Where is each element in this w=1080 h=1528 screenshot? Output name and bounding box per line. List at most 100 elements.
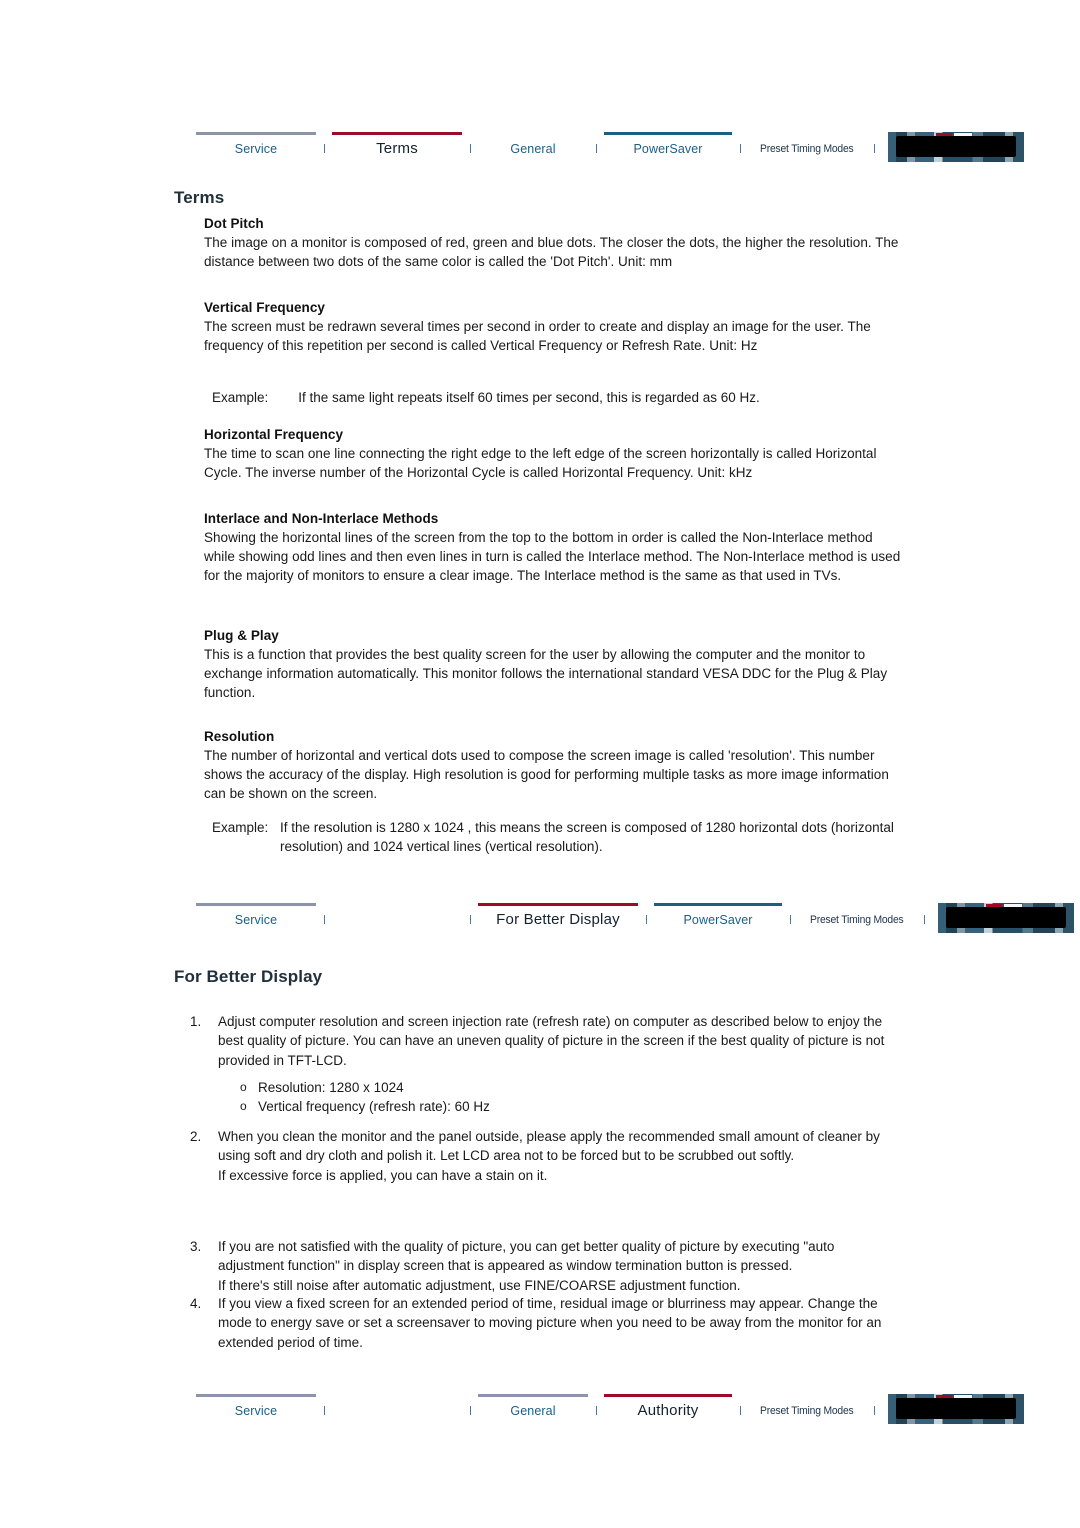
term-body: The screen must be redrawn several times… — [204, 319, 871, 354]
redaction-fill — [896, 136, 1016, 157]
term-title: Horizontal Frequency — [204, 427, 344, 442]
navbar-bottom[interactable]: Service General Authority Preset Timing Mod… — [196, 1394, 1024, 1428]
list-item-text: When you clean the monitor and the panel… — [218, 1129, 880, 1183]
nav-tab-label: Service — [234, 913, 278, 927]
nav-separator-icon — [462, 1394, 478, 1428]
list-item: o Resolution: 1280 x 1024 — [240, 1078, 490, 1097]
nav-tab-preset-timing-modes[interactable]: Preset Timing Modes — [748, 1394, 866, 1428]
list-item-text: If you view a fixed screen for an extend… — [218, 1296, 882, 1350]
term-body: The time to scan one line connecting the… — [204, 446, 877, 481]
nav-tab-rule — [332, 1394, 462, 1397]
list-item-text: Resolution: 1280 x 1024 — [258, 1080, 404, 1095]
nav-tab-rule — [604, 1394, 732, 1397]
navbar-top[interactable]: Service Terms General PowerSaver Preset Timi… — [196, 132, 1024, 166]
nav-tab-powersaver[interactable]: PowerSaver — [604, 132, 732, 166]
sub-list-display-settings: o Resolution: 1280 x 1024 o Vertical fre… — [240, 1078, 490, 1117]
term-entry-resolution: Resolution The number of horizontal and … — [204, 729, 904, 804]
nav-separator-icon — [866, 132, 882, 166]
redaction-block — [888, 1394, 1024, 1424]
nav-tab-authority[interactable]: Authority — [604, 1394, 732, 1428]
term-title: Interlace and Non-Interlace Methods — [204, 511, 439, 526]
nav-tab-rule — [798, 903, 916, 906]
page-title-terms: Terms — [174, 188, 225, 207]
nav-tab-rule — [196, 903, 316, 906]
term-entry-vertical-frequency: Vertical Frequency The screen must be re… — [204, 300, 904, 355]
nav-tab-rule — [478, 132, 588, 135]
nav-tab-rule — [748, 132, 866, 135]
nav-separator-icon — [732, 1394, 748, 1428]
nav-tab-terms[interactable]: Terms — [332, 132, 462, 166]
list-item-text: Vertical frequency (refresh rate): 60 Hz — [258, 1099, 490, 1115]
list-item-number: 2. — [190, 1129, 202, 1144]
term-entry-dot-pitch: Dot Pitch The image on a monitor is comp… — [204, 216, 904, 271]
nav-tab-general[interactable]: General — [478, 132, 588, 166]
page-title-for-better-display: For Better Display — [174, 967, 323, 986]
nav-separator-icon — [916, 903, 932, 937]
term-title: Resolution — [204, 729, 275, 744]
term-title: Plug & Play — [204, 628, 279, 643]
term-title: Vertical Frequency — [204, 300, 325, 315]
list-item: 4. If you view a fixed screen for an ext… — [190, 1294, 902, 1352]
term-body: The number of horizontal and vertical do… — [204, 748, 889, 802]
nav-separator-icon — [462, 903, 478, 937]
nav-separator-icon — [316, 132, 332, 166]
term-entry-plug-and-play: Plug & Play This is a function that prov… — [204, 628, 904, 703]
list-item-text: Adjust computer resolution and screen in… — [218, 1014, 885, 1068]
nav-tab-rule — [478, 1394, 588, 1397]
nav-separator-icon — [638, 903, 654, 937]
nav-tab-label: Service — [234, 1404, 278, 1418]
term-body: This is a function that provides the bes… — [204, 647, 888, 701]
nav-tab-preset-timing-modes[interactable]: Preset Timing Modes — [748, 132, 866, 166]
nav-tab-label: Preset Timing Modes — [810, 914, 904, 926]
nav-tab-label: General — [510, 1404, 556, 1418]
nav-tab-rule — [478, 903, 638, 906]
nav-tab-label: Service — [234, 142, 278, 156]
term-body: The image on a monitor is composed of re… — [204, 235, 899, 270]
circle-bullet-icon: o — [240, 1080, 247, 1094]
term-body: Showing the horizontal lines of the scre… — [204, 530, 901, 584]
nav-separator-icon — [866, 1394, 882, 1428]
nav-tab-rule — [196, 1394, 316, 1397]
nav-tab-label: PowerSaver — [633, 142, 703, 156]
nav-separator-icon — [588, 132, 604, 166]
nav-separator-icon — [782, 903, 798, 937]
nav-tab-for-better-display[interactable]: For Better Display — [478, 903, 638, 937]
navbar-middle[interactable]: Service For Better Display PowerSaver Prese… — [196, 903, 1074, 937]
example-resolution: Example: If the resolution is 1280 x 102… — [212, 818, 912, 856]
nav-tab-rule — [332, 132, 462, 135]
nav-tab-rule — [196, 132, 316, 135]
example-vertical-frequency: Example: If the same light repeats itsel… — [212, 388, 912, 407]
nav-tab-label: Terms — [376, 140, 418, 157]
nav-tab-service[interactable]: Service — [196, 132, 316, 166]
term-entry-interlace-methods: Interlace and Non-Interlace Methods Show… — [204, 511, 904, 586]
list-item-number: 3. — [190, 1239, 202, 1254]
document-page: Service Terms General PowerSaver Preset Timi… — [0, 0, 1080, 1528]
nav-tab-preset-timing-modes[interactable]: Preset Timing Modes — [798, 903, 916, 937]
nav-tab-rule — [748, 1394, 866, 1397]
nav-tab-label: Preset Timing Modes — [760, 143, 854, 155]
list-item: 1. Adjust computer resolution and screen… — [190, 1012, 902, 1070]
term-title: Dot Pitch — [204, 216, 264, 231]
list-item-text: If you are not satisfied with the qualit… — [218, 1239, 835, 1293]
nav-separator-icon — [732, 132, 748, 166]
nav-tab-service[interactable]: Service — [196, 1394, 316, 1428]
nav-tab-rule — [654, 903, 782, 906]
nav-tab-rule — [604, 132, 732, 135]
term-entry-horizontal-frequency: Horizontal Frequency The time to scan on… — [204, 427, 904, 482]
nav-tab-service[interactable]: Service — [196, 903, 316, 937]
list-item-number: 4. — [190, 1296, 202, 1311]
redaction-fill — [946, 907, 1066, 928]
nav-tab-label: Preset Timing Modes — [760, 1405, 854, 1417]
nav-tab-label: For Better Display — [496, 911, 620, 928]
nav-tab-powersaver[interactable]: PowerSaver — [654, 903, 782, 937]
redaction-fill — [896, 1398, 1016, 1419]
example-label: Example: — [212, 820, 269, 835]
nav-tab-label: General — [510, 142, 556, 156]
example-text: If the same light repeats itself 60 time… — [298, 390, 760, 405]
example-text: If the resolution is 1280 x 1024 , this … — [280, 820, 894, 855]
list-item: 3. If you are not satisfied with the qua… — [190, 1237, 902, 1295]
nav-tab-general[interactable]: General — [478, 1394, 588, 1428]
nav-tab-label: Authority — [637, 1402, 699, 1419]
nav-tab-rule — [332, 903, 462, 906]
circle-bullet-icon: o — [240, 1099, 247, 1114]
